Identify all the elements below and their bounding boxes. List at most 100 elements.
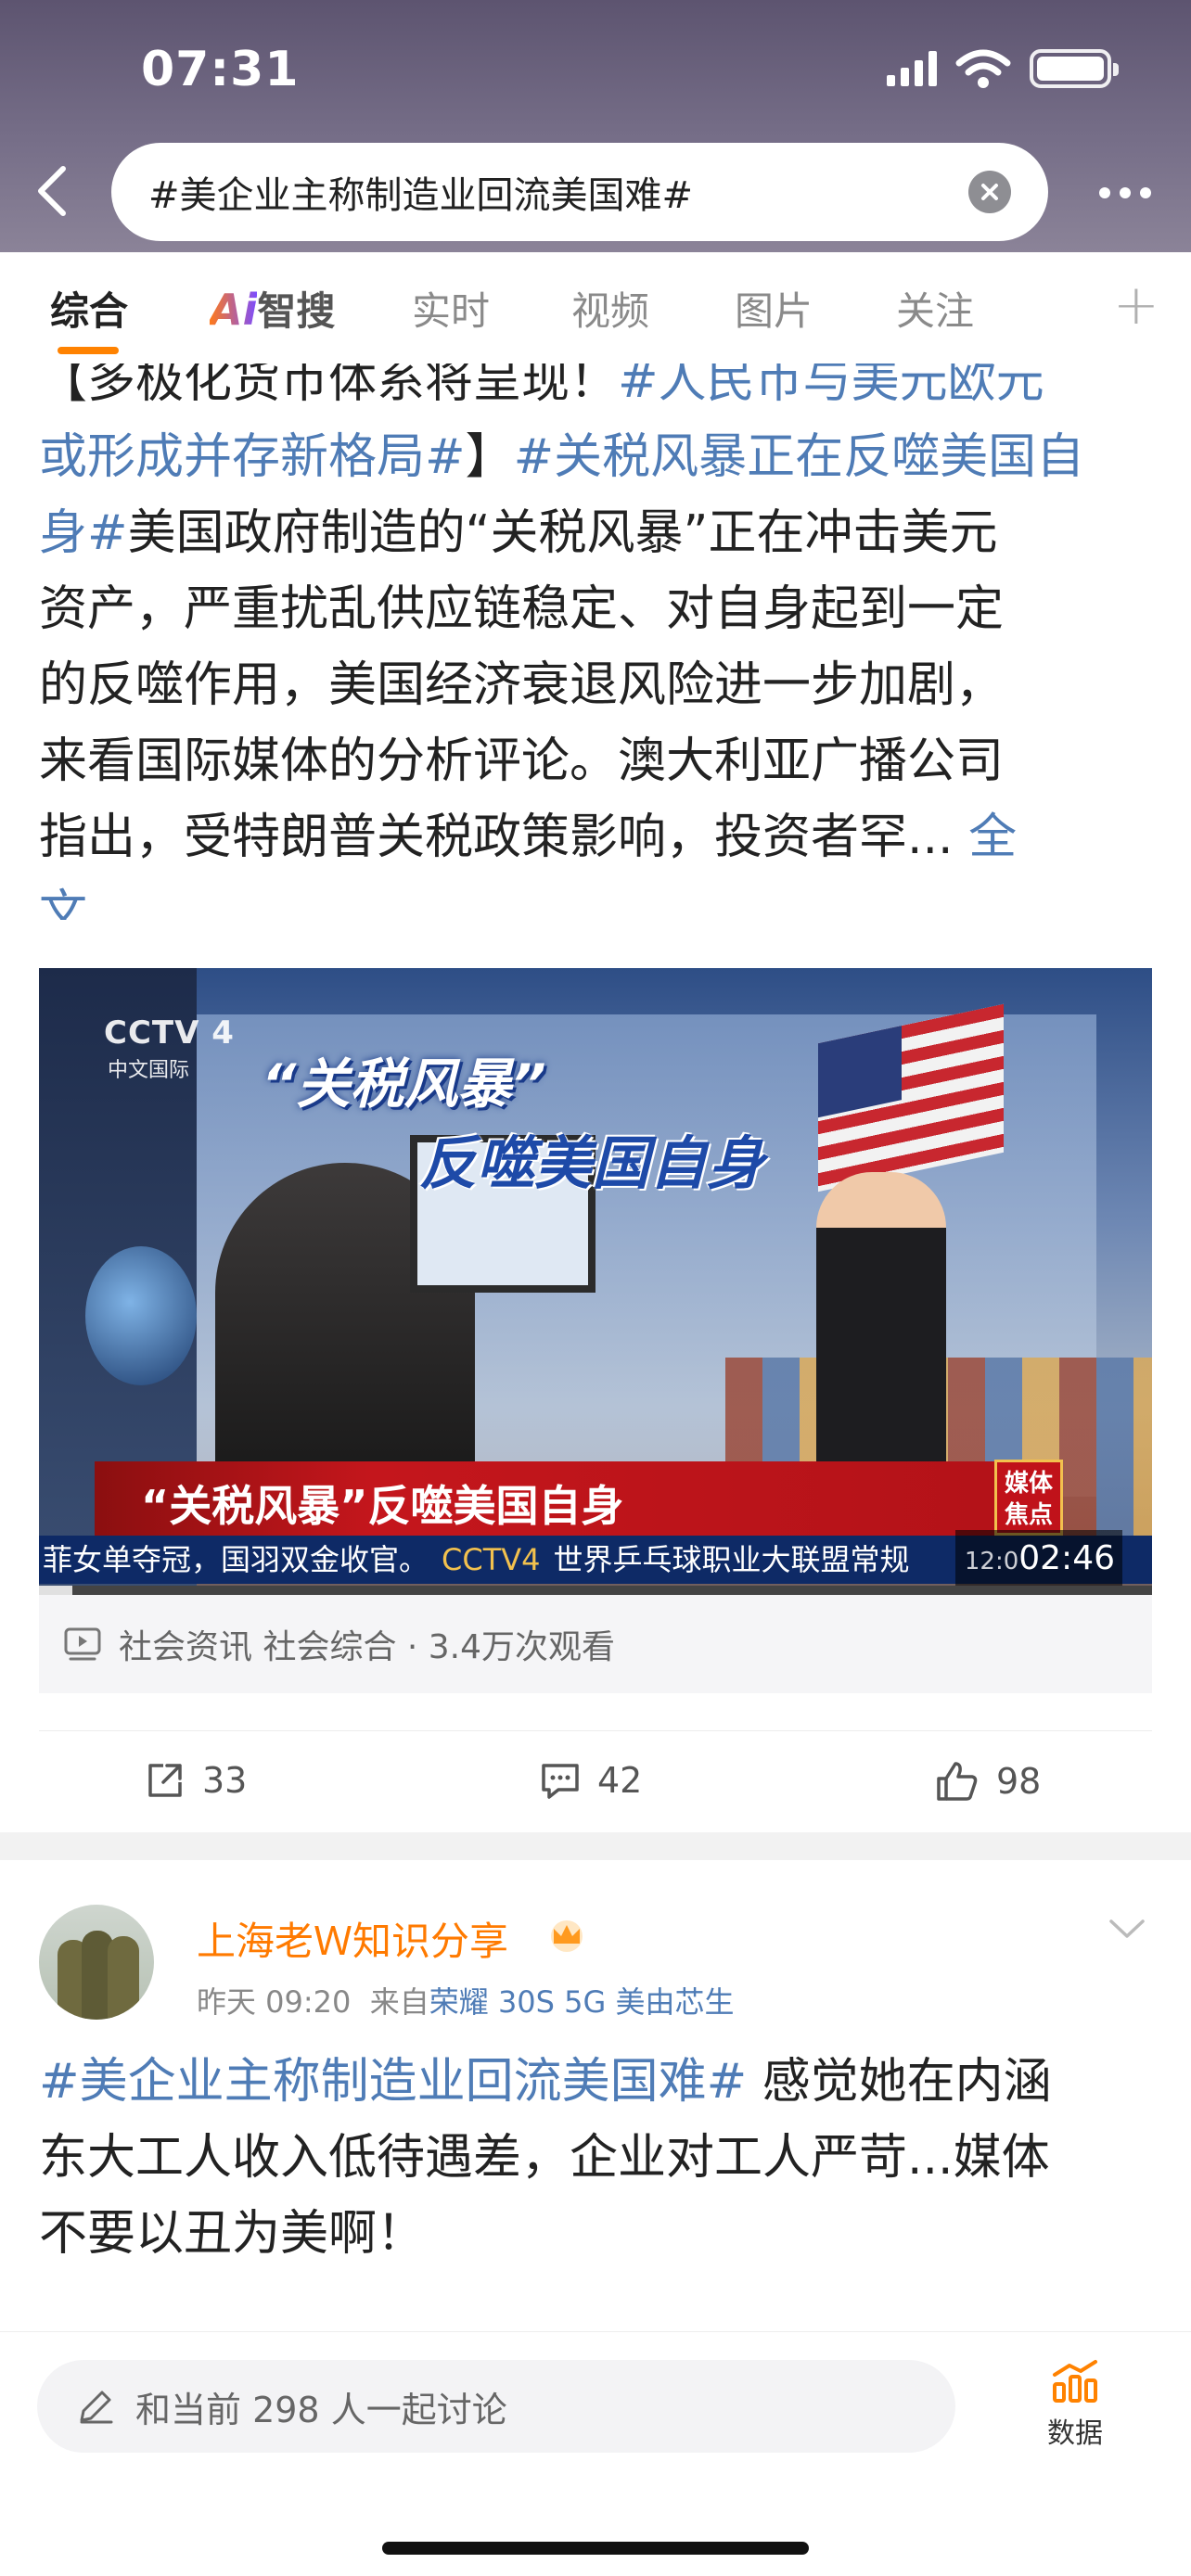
post-text-segment: 】 (465, 429, 514, 485)
post1-line: 【多极化货币体系将呈现！#人民币与美元欧元 (39, 363, 1152, 419)
media-focus-badge: 媒体焦点 (994, 1460, 1063, 1536)
top-header: 07:31 #美企业主称制造业回流美国难# (0, 0, 1191, 252)
comment-count: 42 (597, 1760, 643, 1801)
comment-icon (542, 1764, 579, 1799)
hashtag-link[interactable]: #人民币与美元欧元 (618, 363, 1044, 409)
post-text-segment: 资产，严重扰乱供应链稳定、对自身起到一定 (39, 581, 1005, 637)
bottom-bar: 和当前 298 人一起讨论 数据 (0, 2331, 1191, 2576)
more-options-button[interactable] (1083, 167, 1167, 219)
tab-comprehensive[interactable]: 综合 (50, 280, 128, 337)
post1-line: 文 (39, 875, 1152, 920)
post1-line: 指出，受特朗普关税政策影响，投资者罕... 全 (39, 799, 1152, 875)
video-headline-1: “关税风暴” (262, 1052, 546, 1116)
wifi-icon (955, 49, 1011, 88)
data-label: 数据 (1047, 2417, 1103, 2450)
post1-line: 来看国际媒体的分析评论。澳大利亚广播公司 (39, 723, 1152, 799)
username[interactable]: 上海老Ｗ知识分享 (197, 1910, 508, 1967)
post-text-segment: 东大工人收入低待遇差，企业对工人严苛...媒体 (39, 2130, 1050, 2186)
video-progress-bar[interactable] (39, 1586, 1152, 1595)
active-tab-indicator (58, 347, 119, 354)
post2-meta: 昨天 09:20 来自荣耀 30S 5G 美由芯生 (197, 1979, 734, 2021)
post2-text: #美企业主称制造业回流美国难# 感觉她在内涵东大工人收入低待遇差，企业对工人严苛… (39, 2044, 1152, 2272)
post-text-segment: 不要以丑为美啊！ (39, 2206, 426, 2262)
post-text-segment: 美国政府制造的“关税风暴”正在冲击美元 (127, 505, 998, 561)
status-time: 07:31 (141, 42, 300, 97)
ticker-right-text: 世界乒乓球职业大联盟常规 (553, 1542, 910, 1577)
chart-data-icon (1053, 2360, 1097, 2403)
video-meta[interactable]: 社会资讯 社会综合 · 3.4万次观看 (39, 1595, 1152, 1693)
back-button[interactable] (22, 154, 82, 228)
crown-badge-icon (551, 1920, 583, 1952)
cellular-signal-icon (887, 51, 937, 86)
like-count: 98 (996, 1761, 1042, 1802)
tab-following[interactable]: 关注 (896, 280, 974, 337)
search-query-text: #美企业主称制造业回流美国难# (148, 174, 694, 217)
avatar[interactable] (39, 1905, 154, 2020)
video-progress-fill (39, 1586, 72, 1595)
hashtag-link[interactable]: 身# (39, 505, 128, 561)
tab-ai-search[interactable]: Ai 智搜 (210, 280, 335, 337)
search-input[interactable]: #美企业主称制造业回流美国难# (111, 143, 1048, 241)
post-text-segment: 来看国际媒体的分析评论。澳大利亚广播公司 (39, 733, 1005, 789)
video-player[interactable]: CCTV 4 中文国际 “关税风暴” 反噬美国自身 “关税风暴”反噬美国自身 媒… (39, 968, 1152, 1595)
hashtag-link[interactable]: #美企业主称制造业回流美国难# (39, 2054, 747, 2110)
status-bar: 07:31 (0, 0, 1191, 139)
post1-line: 资产，严重扰乱供应链稳定、对自身起到一定 (39, 571, 1152, 647)
hashtag-link[interactable]: 文 (39, 886, 87, 920)
video-duration: 12:002:46 (955, 1530, 1122, 1588)
home-indicator (382, 2542, 809, 2555)
post1-actions: 33 42 98 (0, 1743, 1191, 1832)
cctv-logo: CCTV 4 (104, 1014, 235, 1052)
post-separator (0, 1832, 1191, 1860)
add-tab-button[interactable]: + (1113, 273, 1159, 338)
pencil-icon (80, 2391, 113, 2424)
repost-button[interactable]: 33 (145, 1760, 247, 1801)
post1-line: 身#美国政府制造的“关税风暴”正在冲击美元 (39, 495, 1152, 571)
comment-button[interactable]: 42 (540, 1760, 642, 1801)
hashtag-link[interactable]: 或形成并存新格局# (39, 429, 466, 485)
like-button[interactable]: 98 (935, 1760, 1041, 1803)
tab-images[interactable]: 图片 (735, 280, 813, 337)
hashtag-link[interactable]: 全 (954, 810, 1017, 865)
globe-graphic (85, 1246, 197, 1385)
status-icons (887, 48, 1119, 89)
divider (39, 1730, 1152, 1731)
repost-count: 33 (202, 1760, 248, 1801)
data-button[interactable]: 数据 (1035, 2358, 1115, 2451)
news-anchor-figure (816, 1172, 946, 1497)
clear-search-button[interactable] (968, 171, 1011, 213)
tab-realtime[interactable]: 实时 (412, 280, 490, 337)
post-text-segment: 感觉她在内涵 (747, 2054, 1052, 2110)
video-duration-text: 02:46 (1018, 1539, 1115, 1577)
video-meta-text: 社会资讯 社会综合 · 3.4万次观看 (119, 1628, 616, 1666)
post-text-segment: 的反噬作用，美国经济衰退风险进一步加剧， (39, 657, 1005, 713)
post2-line: 不要以丑为美啊！ (39, 2196, 1152, 2272)
battery-icon (1030, 49, 1119, 88)
tab-video[interactable]: 视频 (571, 280, 649, 337)
thumbs-up-icon (937, 1762, 978, 1801)
comment-input[interactable]: 和当前 298 人一起讨论 (37, 2360, 955, 2453)
device-name[interactable]: 荣耀 30S 5G 美由芯生 (429, 1984, 735, 2020)
ai-search-label: 智搜 (257, 288, 336, 334)
ai-logo: Ai (210, 285, 258, 335)
post2-line: #美企业主称制造业回流美国难# 感觉她在内涵 (39, 2044, 1152, 2120)
video-play-icon (64, 1627, 101, 1661)
post1-text: 【多极化货币体系将呈现！#人民币与美元欧元 或形成并存新格局#】#关税风暴正在反噬… (39, 363, 1152, 920)
from-prefix: 来自 (369, 1984, 429, 2020)
post1-line: 或形成并存新格局#】#关税风暴正在反噬美国自 (39, 419, 1152, 495)
chevron-down-icon[interactable] (1104, 1910, 1150, 1947)
video-headline-2: 反噬美国自身 (419, 1129, 765, 1197)
search-tabs: 综合 Ai 智搜 实时 视频 图片 关注 + (0, 252, 1191, 363)
post2-line: 东大工人收入低待遇差，企业对工人严苛...媒体 (39, 2120, 1152, 2196)
lower-third-text: “关税风暴”反噬美国自身 (141, 1481, 624, 1531)
ticker-logo: CCTV4 (442, 1542, 541, 1577)
post-time: 昨天 09:20 (197, 1984, 352, 2020)
repost-icon (148, 1764, 182, 1797)
comment-placeholder: 和当前 298 人一起讨论 (135, 2389, 507, 2430)
post1-line: 的反噬作用，美国经济衰退风险进一步加剧， (39, 647, 1152, 723)
post-text-segment: 指出，受特朗普关税政策影响，投资者罕... (39, 810, 954, 865)
ticker-clock: 12:0 (964, 1548, 1019, 1575)
post1-text-clip: 【多极化货币体系将呈现！#人民币与美元欧元 或形成并存新格局#】#关税风暴正在反噬… (0, 363, 1191, 920)
hashtag-link[interactable]: #关税风暴正在反噬美国自 (514, 429, 1085, 485)
ticker-left-text: 菲女单夺冠，国羽双金收官。 (43, 1542, 429, 1577)
